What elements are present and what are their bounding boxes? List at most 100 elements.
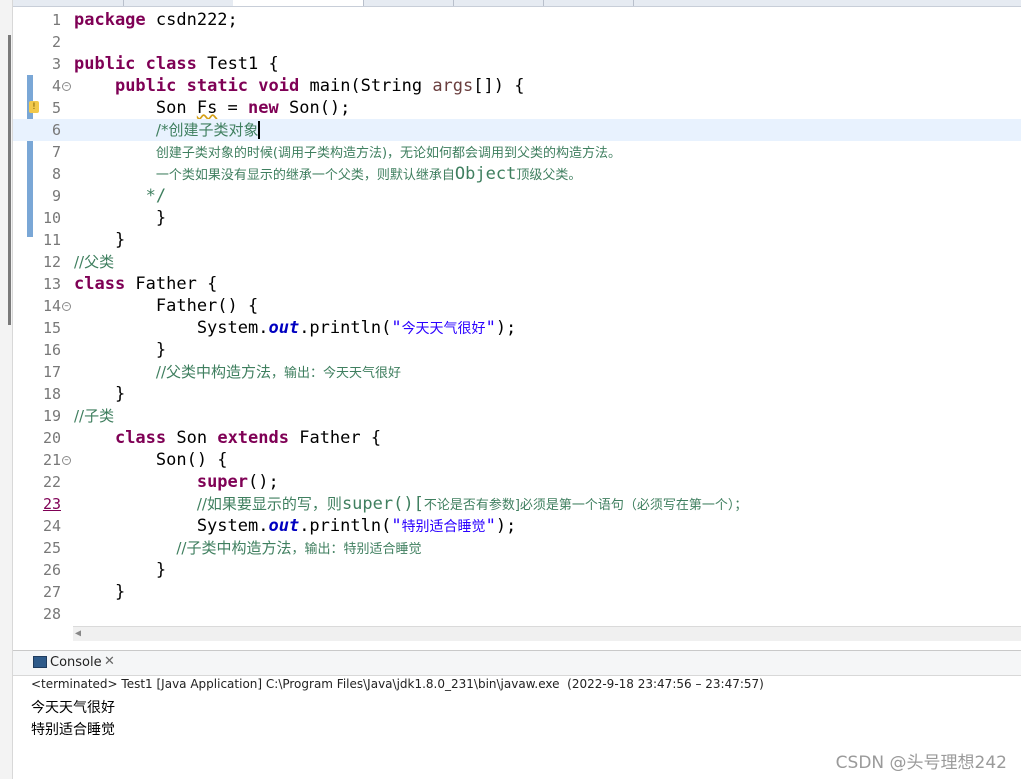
code-token: Son [74, 98, 197, 118]
code-line[interactable]: 20 class Son extends Father { [13, 427, 1021, 449]
line-number: 21 [42, 451, 61, 469]
code-token: " [391, 318, 402, 338]
code-line[interactable]: 11 } [13, 229, 1021, 251]
line-number: 28 [42, 605, 61, 623]
code-line[interactable]: 18 } [13, 383, 1021, 405]
code-token: 一个类如果没有显示的继承一个父类，则默认继承自 [155, 168, 455, 183]
tab-4[interactable] [363, 0, 454, 6]
code-token: //子类 [74, 407, 115, 425]
line-number: 26 [42, 561, 61, 579]
code-token: (); [248, 472, 279, 492]
code-token: .println( [299, 318, 392, 338]
code-line[interactable]: 13 class Father { [13, 273, 1021, 295]
code-text: public static void main(String args[]) { [74, 75, 525, 97]
fold-toggle-icon[interactable]: − [62, 456, 71, 465]
code-line[interactable]: 2 [13, 31, 1021, 53]
code-token: } [74, 340, 167, 360]
code-line[interactable]: 4− public static void main(String args[]… [13, 75, 1021, 97]
code-line[interactable]: 16 } [13, 339, 1021, 361]
code-token: Son(); [278, 98, 351, 118]
code-token: out [268, 516, 300, 536]
code-line[interactable]: 6 /*创建子类对象 [13, 119, 1021, 141]
tab-active[interactable] [233, 0, 364, 6]
code-line[interactable]: 9 */ [13, 185, 1021, 207]
line-number: 2 [51, 33, 61, 51]
code-line[interactable]: 8 一个类如果没有显示的继承一个父类，则默认继承自Object顶级父类。 [13, 163, 1021, 185]
code-line[interactable]: 12 //父类 [13, 251, 1021, 273]
code-line[interactable]: 10 } [13, 207, 1021, 229]
console-icon [33, 656, 47, 668]
code-line[interactable]: 15 System.out.println("今天天气很好"); [13, 317, 1021, 339]
warning-icon[interactable]: ! [29, 101, 39, 113]
code-line[interactable]: 28 [13, 603, 1021, 625]
code-token: 顶级父类。 [516, 168, 582, 183]
code-token: .println( [299, 516, 392, 536]
code-token: static [186, 76, 249, 96]
horizontal-scrollbar[interactable]: ◀ [73, 626, 1021, 641]
code-text: System.out.println("特别适合睡觉"); [74, 515, 516, 538]
code-token: } [74, 230, 126, 250]
code-text: class Son extends Father { [74, 427, 381, 449]
code-token: Father() { [74, 296, 259, 316]
code-line[interactable]: 27 } [13, 581, 1021, 603]
code-text: */ [74, 185, 166, 207]
line-number: 14 [42, 297, 61, 315]
console-view-tab[interactable]: Console ✕ [13, 650, 1021, 676]
code-token: super()[ [341, 494, 424, 514]
tab-1[interactable] [13, 0, 124, 6]
line-number: 4 [51, 77, 61, 95]
code-token: ，输出：今天天气很好 [271, 366, 402, 381]
code-line[interactable]: 23 //如果要显示的写，则super()[不论是否有参数]必须是第一个语句（必… [13, 493, 1021, 515]
code-token: ，输出：特别适合睡觉 [291, 542, 422, 557]
code-token: Father { [125, 274, 218, 294]
code-token: public [114, 76, 177, 96]
code-token: ); [495, 516, 517, 536]
code-line[interactable]: 19 //子类 [13, 405, 1021, 427]
code-text: public class Test1 { [74, 53, 279, 75]
line-number: 25 [42, 539, 61, 557]
code-line[interactable]: 1 package csdn222; [13, 9, 1021, 31]
line-number: 7 [51, 143, 61, 161]
tab-2[interactable] [123, 0, 234, 6]
line-number: 10 [42, 209, 61, 227]
code-text: Son Fs = new Son(); [74, 97, 351, 119]
code-token: super [196, 472, 249, 492]
code-token: = [217, 98, 249, 118]
code-text: Son() { [74, 449, 228, 471]
code-text: //子类中构造方法，输出：特别适合睡觉 [74, 537, 421, 561]
code-line[interactable]: 25 //子类中构造方法，输出：特别适合睡觉 [13, 537, 1021, 559]
fold-toggle-icon[interactable]: − [62, 82, 71, 91]
code-line[interactable]: 22 super(); [13, 471, 1021, 493]
code-text: 一个类如果没有显示的继承一个父类，则默认继承自Object顶级父类。 [74, 163, 581, 187]
scroll-left-icon[interactable]: ◀ [75, 628, 81, 639]
code-line[interactable]: 17 //父类中构造方法，输出：今天天气很好 [13, 361, 1021, 383]
code-line[interactable]: 14− Father() { [13, 295, 1021, 317]
console-status-line: <terminated> Test1 [Java Application] C:… [31, 677, 764, 691]
code-token: public [74, 54, 136, 74]
code-token: } [74, 582, 126, 602]
code-token: main(String [299, 76, 433, 96]
fold-toggle-icon[interactable]: − [62, 302, 71, 311]
tab-5[interactable] [453, 0, 544, 6]
code-token: /*创建子类对象 [155, 121, 261, 139]
code-line[interactable]: 26 } [13, 559, 1021, 581]
line-number: 12 [42, 253, 61, 271]
code-line[interactable]: 21− Son() { [13, 449, 1021, 471]
code-token: 创建子类对象的时候(调用子类构造方法)，无论如何都会调用到父类的构造方法。 [155, 146, 622, 161]
code-line[interactable]: 24 System.out.println("特别适合睡觉"); [13, 515, 1021, 537]
line-number: 15 [42, 319, 61, 337]
tab-6[interactable] [543, 0, 634, 6]
code-line[interactable]: 3 public class Test1 { [13, 53, 1021, 75]
code-line[interactable]: 5! Son Fs = new Son(); [13, 97, 1021, 119]
close-icon[interactable]: ✕ [104, 654, 115, 669]
code-line[interactable]: 7 创建子类对象的时候(调用子类构造方法)，无论如何都会调用到父类的构造方法。 [13, 141, 1021, 163]
code-token: } [74, 208, 167, 228]
code-token: class [114, 428, 167, 448]
code-editor[interactable]: 1 package csdn222; 2 3 public class Test1 {4… [13, 7, 1021, 627]
left-scrollbar[interactable] [8, 35, 11, 325]
